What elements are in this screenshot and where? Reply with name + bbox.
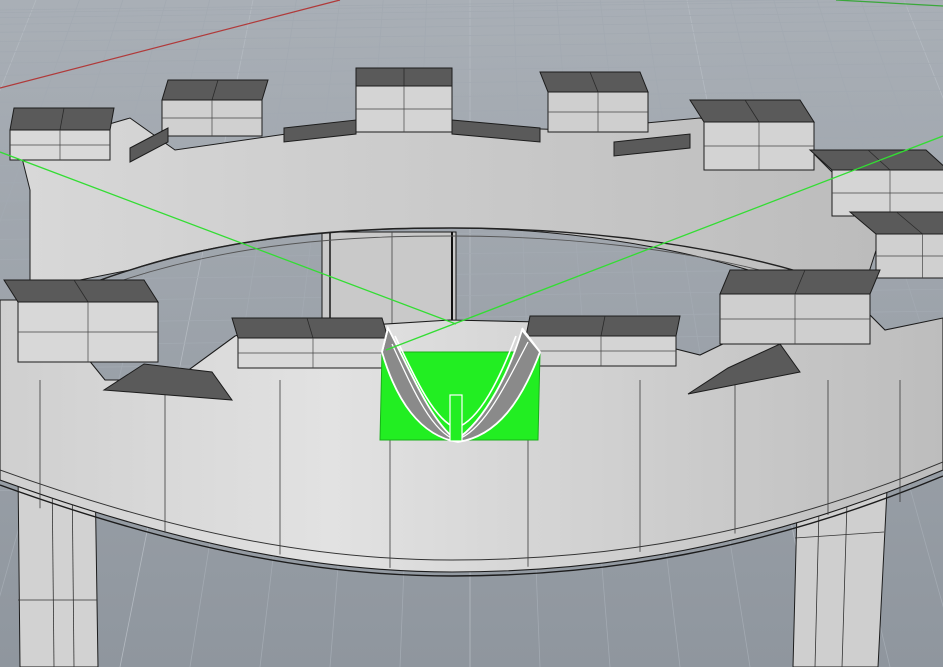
merlon-top-face[interactable] [808,149,943,171]
notch-center-strip [449,394,463,442]
merlon[interactable] [231,317,389,369]
scene-canvas[interactable] [0,0,943,667]
merlon[interactable] [161,79,269,137]
3d-viewport[interactable] [0,0,943,667]
merlon[interactable] [9,107,115,161]
merlon[interactable] [525,315,681,367]
merlon[interactable] [719,269,881,345]
merlon[interactable] [3,279,159,363]
merlon[interactable] [689,99,815,171]
merlon[interactable] [539,71,649,133]
merlon[interactable] [355,67,453,133]
